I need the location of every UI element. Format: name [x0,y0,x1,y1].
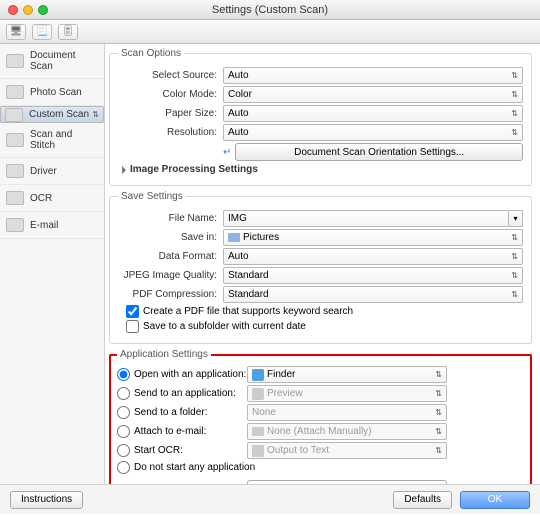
select-color-mode[interactable]: Color [223,86,523,103]
sidebar: Document Scan Photo Scan Custom Scan Sca… [0,44,105,484]
sidebar-item-label: E-mail [30,220,58,231]
radio-send-to-app[interactable]: Send to an application: [117,387,247,400]
select-open-app[interactable]: Finder [247,366,447,383]
sidebar-item-photo[interactable]: Photo Scan [0,79,104,106]
window-title: Settings (Custom Scan) [0,4,540,16]
photo-icon [6,85,24,99]
sidebar-item-label: Photo Scan [30,87,82,98]
sidebar-item-label: Custom Scan [29,109,89,120]
select-data-format[interactable]: Auto [223,248,523,265]
select-source[interactable]: Auto [223,67,523,84]
toolbar: 🖥 📃 🎚 [0,20,540,44]
label-data-format: Data Format: [118,251,223,262]
ocr-icon [6,191,24,205]
sidebar-item-ocr[interactable]: OCR [0,185,104,212]
application-settings-group: Application Settings Open with an applic… [109,349,532,484]
sidebar-item-label: Driver [30,166,57,177]
label-select-source: Select Source: [118,70,223,81]
select-email-client[interactable]: None (Attach Manually) [247,423,447,440]
select-jpeg-quality[interactable]: Standard [223,267,523,284]
select-paper-size[interactable]: Auto [223,105,523,122]
main: Document Scan Photo Scan Custom Scan Sca… [0,44,540,484]
scan-options-legend: Scan Options [118,48,184,59]
orientation-settings-button[interactable]: Document Scan Orientation Settings... [235,143,523,161]
orientation-icon: ↵ [223,147,231,158]
tab-scan-from-computer[interactable]: 🖥 [6,24,26,40]
select-ocr-output[interactable]: Output to Text [247,442,447,459]
save-settings-legend: Save Settings [118,191,186,202]
select-send-folder[interactable]: None [247,404,447,421]
text-icon [252,445,264,457]
tab-scan-from-panel[interactable]: 📃 [32,24,52,40]
tab-general-settings[interactable]: 🎚 [58,24,78,40]
radio-do-not-start[interactable]: Do not start any application [117,461,255,474]
radio-start-ocr[interactable]: Start OCR: [117,444,247,457]
select-resolution[interactable]: Auto [223,124,523,141]
ok-button[interactable]: OK [460,491,530,509]
document-icon [6,54,24,68]
image-processing-disclosure[interactable]: Image Processing Settings [122,164,523,175]
more-functions-button[interactable]: More Functions [247,480,447,484]
label-paper-size: Paper Size: [118,108,223,119]
stitch-icon [6,133,24,147]
driver-icon [6,164,24,178]
checkbox-pdf-keyword[interactable]: Create a PDF file that supports keyword … [126,305,523,318]
scan-options-group: Scan Options Select Source:Auto Color Mo… [109,48,532,186]
select-send-app[interactable]: Preview [247,385,447,402]
save-settings-group: Save Settings File Name:IMG▾ Save in:Pic… [109,191,532,344]
select-pdf-compression[interactable]: Standard [223,286,523,303]
radio-open-with-app[interactable]: Open with an application: [117,368,247,381]
label-color-mode: Color Mode: [118,89,223,100]
sidebar-item-driver[interactable]: Driver [0,158,104,185]
file-name-field[interactable]: IMG [223,210,509,227]
sidebar-item-email[interactable]: E-mail [0,212,104,239]
file-name-dropdown[interactable]: ▾ [509,210,523,227]
application-settings-legend: Application Settings [117,349,211,360]
mail-icon [252,427,264,436]
email-icon [6,218,24,232]
sidebar-item-custom[interactable]: Custom Scan [0,106,104,123]
custom-icon [5,108,23,122]
chevron-right-icon [122,166,126,174]
instructions-button[interactable]: Instructions [10,491,83,509]
defaults-button[interactable]: Defaults [393,491,452,509]
sidebar-item-stitch[interactable]: Scan and Stitch [0,123,104,158]
folder-icon [228,233,240,242]
titlebar: Settings (Custom Scan) [0,0,540,20]
radio-attach-email[interactable]: Attach to e-mail: [117,425,247,438]
sidebar-item-label: OCR [30,193,52,204]
content: Scan Options Select Source:Auto Color Mo… [105,44,540,484]
label-save-in: Save in: [118,232,223,243]
label-resolution: Resolution: [118,127,223,138]
label-pdf-compression: PDF Compression: [118,289,223,300]
radio-send-to-folder[interactable]: Send to a folder: [117,406,247,419]
preview-icon [252,388,264,400]
footer: Instructions Defaults OK [0,484,540,514]
sidebar-item-label: Document Scan [30,50,98,72]
sidebar-item-label: Scan and Stitch [30,129,98,151]
label-jpeg-quality: JPEG Image Quality: [118,270,223,281]
sidebar-item-document[interactable]: Document Scan [0,44,104,79]
checkbox-subfolder-date[interactable]: Save to a subfolder with current date [126,320,523,333]
finder-icon [252,369,264,381]
label-file-name: File Name: [118,213,223,224]
select-save-in[interactable]: Pictures [223,229,523,246]
